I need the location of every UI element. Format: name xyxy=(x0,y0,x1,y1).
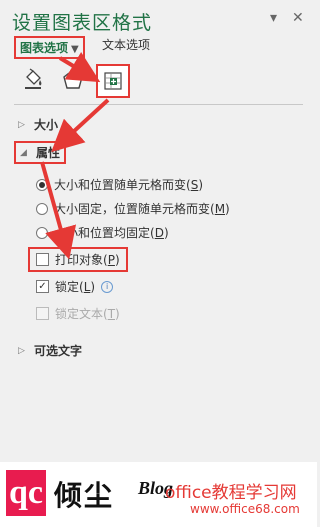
divider xyxy=(14,104,303,105)
collapse-pane-button[interactable]: ▾ xyxy=(270,10,277,26)
expand-triangle-icon: ▷ xyxy=(18,345,25,356)
close-pane-button[interactable]: ✕ xyxy=(292,10,304,26)
checkbox-label: 打印对象(P) xyxy=(55,253,120,267)
checkbox-label: 锁定(L) xyxy=(55,280,96,294)
site-name: office教程学习网 xyxy=(165,483,297,503)
format-chart-area-pane: 设置图表区格式 ▾ ✕ 图表选项 ▼ 文本选项 ▷ 大小 ◢ 属性 大小和位置随… xyxy=(0,0,317,527)
radio-label: 大小固定，位置随单元格而变(M) xyxy=(54,202,230,216)
lock-text-checkbox: 锁定文本(T) xyxy=(36,305,120,322)
radio-move-and-size[interactable]: 大小和位置随单元格而变(S) xyxy=(36,176,203,193)
radio-button[interactable] xyxy=(36,202,48,215)
radio-label: 大小和位置随单元格而变(S) xyxy=(54,178,203,192)
section-alt-text[interactable]: ▷ 可选文字 xyxy=(18,342,82,359)
tab-text-options[interactable]: 文本选项 xyxy=(102,36,150,53)
tab-chart-options-label: 图表选项 xyxy=(20,41,69,55)
tab-chart-options[interactable]: 图表选项 ▼ xyxy=(14,36,85,59)
section-properties[interactable]: ◢ 属性 xyxy=(14,141,67,164)
expand-triangle-icon: ▷ xyxy=(18,119,25,130)
checkbox-label: 锁定文本(T) xyxy=(55,307,120,321)
locked-checkbox[interactable]: ✓ 锁定(L) i xyxy=(36,278,114,295)
site-url: www.office68.com xyxy=(190,502,300,516)
pane-title: 设置图表区格式 xyxy=(12,12,153,34)
checkbox[interactable] xyxy=(36,253,49,266)
brand-name: 倾尘 xyxy=(54,479,115,512)
checkbox xyxy=(36,307,49,320)
radio-button[interactable] xyxy=(36,226,48,239)
section-alt-text-label: 可选文字 xyxy=(34,344,83,358)
info-icon[interactable]: i xyxy=(101,280,114,293)
watermark-footer: qc 倾尘 Blog office教程学习网 www.office68.com xyxy=(0,462,317,527)
radio-no-move-no-size[interactable]: 大小和位置均固定(D) xyxy=(36,224,169,241)
section-properties-label: 属性 xyxy=(36,146,61,160)
radio-move-no-size[interactable]: 大小固定，位置随单元格而变(M) xyxy=(36,200,230,217)
print-object-checkbox[interactable]: 打印对象(P) xyxy=(28,247,128,272)
chevron-down-icon: ▼ xyxy=(71,44,79,55)
collapse-triangle-icon: ◢ xyxy=(20,147,27,158)
site-logo: qc xyxy=(6,470,46,516)
pentagon-icon[interactable] xyxy=(58,64,88,94)
section-size-label: 大小 xyxy=(34,118,59,132)
annotation-arrow xyxy=(51,98,110,153)
paint-bucket-icon[interactable] xyxy=(18,64,48,94)
size-properties-icon[interactable] xyxy=(96,64,130,98)
section-size[interactable]: ▷ 大小 xyxy=(18,116,58,133)
radio-label: 大小和位置均固定(D) xyxy=(54,226,169,240)
check-icon[interactable]: ✓ xyxy=(36,280,49,293)
radio-button[interactable] xyxy=(36,178,48,191)
